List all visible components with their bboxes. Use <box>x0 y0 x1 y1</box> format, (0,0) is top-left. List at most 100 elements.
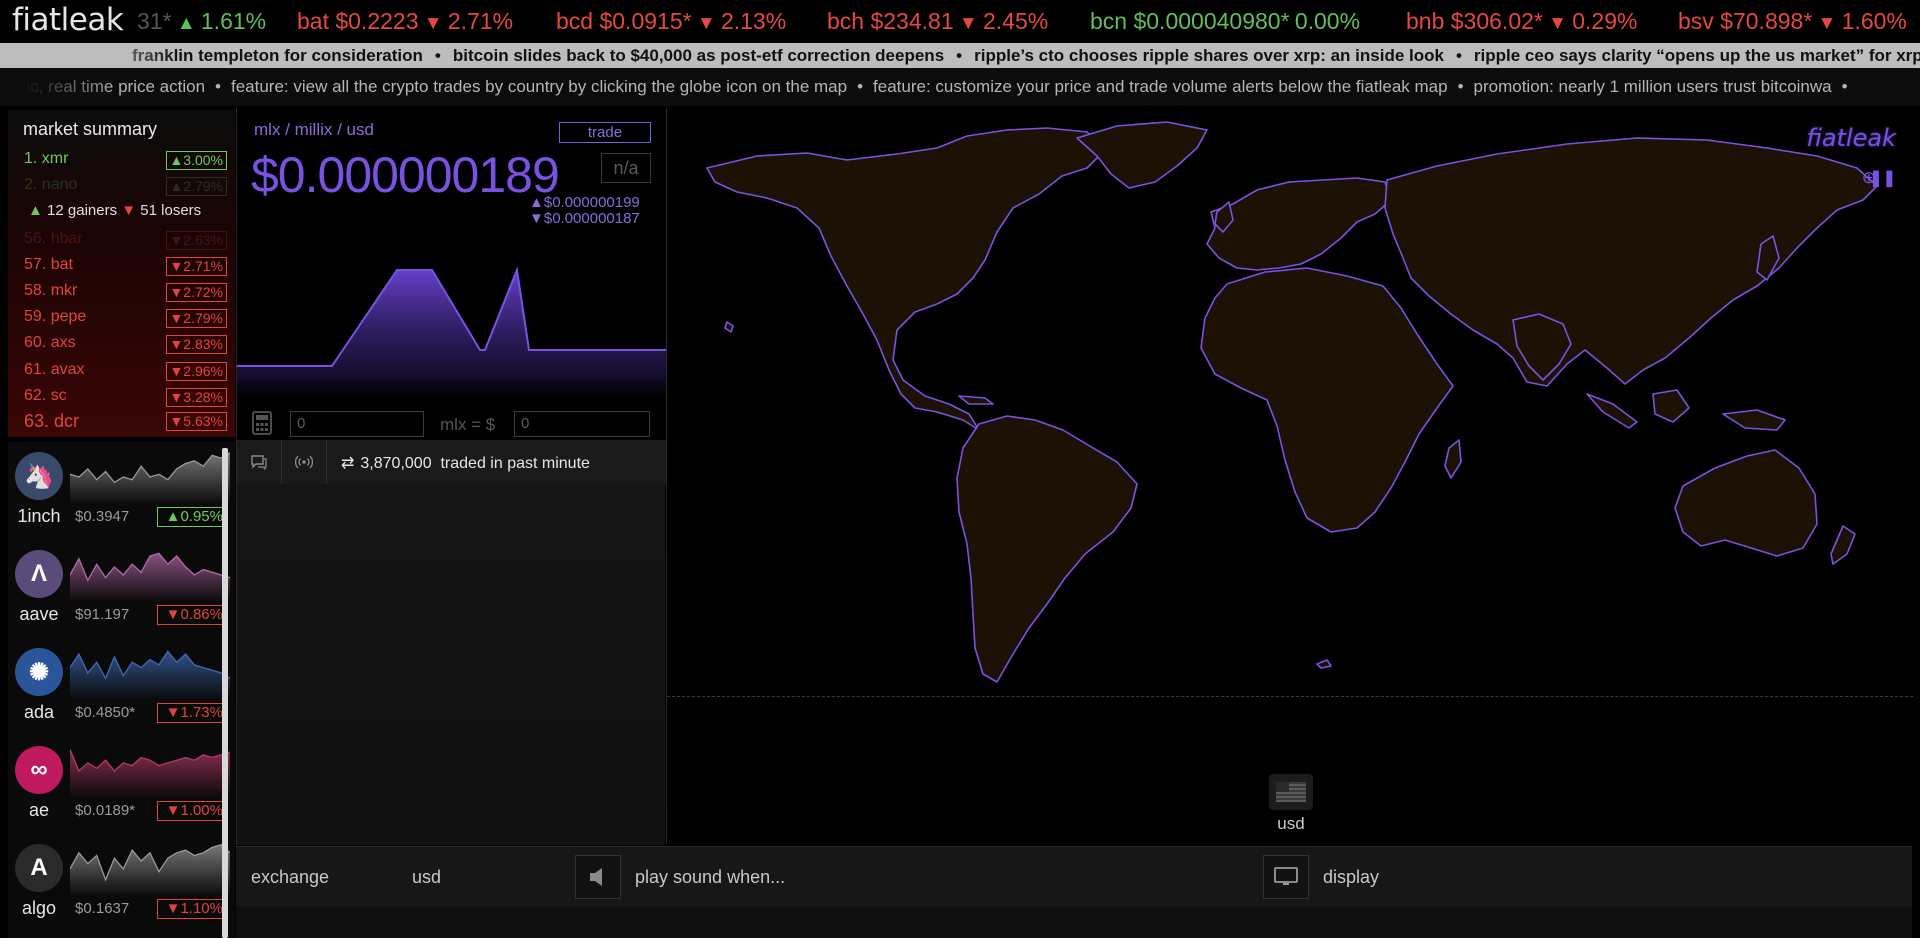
losers-arrow-icon: ▼ <box>121 202 137 219</box>
coin-change-badge: ▼2.63% <box>166 231 227 250</box>
chat-tab[interactable] <box>237 440 282 484</box>
feature-message[interactable]: feature: customize your price and trade … <box>873 77 1448 96</box>
market-summary-row[interactable]: 62. sc ▼3.28% <box>8 384 235 410</box>
coin-rank-name: 61. avax <box>24 361 85 378</box>
price-ticker-item[interactable]: bch $234.81 ▼ 2.45% <box>827 8 1048 35</box>
news-headline[interactable]: ripple’s cto chooses ripple shares over … <box>974 46 1444 65</box>
market-summary-row[interactable]: 59. pepe ▼2.79% <box>8 305 235 331</box>
coin-amount-input[interactable]: 0 <box>290 411 424 437</box>
price-ticker-item[interactable]: 31* ▲ 1.61% <box>137 8 266 35</box>
antarctic-fragment[interactable] <box>1316 659 1332 669</box>
pause-icon[interactable]: ❚❚ <box>1869 168 1896 188</box>
feature-track: ecific, real time price action•feature: … <box>0 77 1858 97</box>
coin-sparkline <box>70 749 230 798</box>
price-ticker-item[interactable]: bsv $70.898* ▼ 1.60% <box>1678 8 1907 35</box>
us-flag-icon[interactable] <box>1269 774 1313 810</box>
coin-card[interactable]: ✺ ada $0.4850* ▼1.73% <box>8 638 235 736</box>
coin-rank-name: 62. sc <box>24 387 67 404</box>
coin-card[interactable]: Λaave $91.197 ▼0.86% <box>8 540 235 638</box>
coin-sparkline <box>70 452 230 504</box>
coin-rank-name: 57. bat <box>24 256 73 273</box>
price-chart-area <box>237 270 666 410</box>
coin-list-scrollbar[interactable] <box>222 448 228 938</box>
usd-amount-input[interactable]: 0 <box>514 411 650 437</box>
down-arrow-icon: ▼ <box>1542 13 1573 34</box>
coin-card[interactable]: 🦄 1inch $0.3947 ▲0.95% <box>8 442 235 540</box>
map-fiatleak-logo: fiatleak <box>1806 124 1896 152</box>
ticker-coin-price: bsv $70.898* <box>1678 8 1813 34</box>
price-chart <box>237 266 666 410</box>
feature-message[interactable]: feature: view all the crypto trades by c… <box>231 77 847 96</box>
madagascar-landmass[interactable] <box>1444 439 1462 479</box>
pair-breadcrumb[interactable]: mlx / millix / usd <box>254 120 374 140</box>
feed-tabs: ⇄ 3,870,000 traded in past minute <box>237 440 666 484</box>
greenland-landmass[interactable] <box>1076 121 1208 189</box>
speaker-icon <box>590 868 602 886</box>
sumatra-landmass[interactable] <box>1586 393 1638 429</box>
price-ticker: fiatleak 31* ▲ 1.61% bat $0.2223 ▼ 2.71% b… <box>0 0 1920 43</box>
news-track: franklin templeton for consideration • bit… <box>132 46 1920 66</box>
coin-card[interactable]: Aalgo $0.1637 ▼1.10% <box>8 834 235 932</box>
aeternity-icon: ∞ <box>15 746 63 794</box>
coin-symbol: ae <box>28 800 50 820</box>
coin-rank-name: 2. nano <box>24 176 78 193</box>
traded-count: 3,870,000 <box>360 455 432 472</box>
market-summary-row[interactable]: 2. nano ▲2.79% <box>8 173 235 199</box>
north-america-landmass[interactable] <box>706 127 1108 431</box>
live-feed-tab[interactable] <box>282 440 327 484</box>
news-headline[interactable]: ripple ceo says clarity “opens up the us… <box>1474 46 1920 65</box>
down-arrow-icon: ▼ <box>1812 13 1842 34</box>
hawaii-landmass[interactable] <box>724 321 734 333</box>
feature-fade <box>0 68 120 106</box>
price-ticker-item[interactable]: bnb $306.02* ▼ 0.29% <box>1406 8 1637 35</box>
ticker-separator: • <box>434 46 441 65</box>
asia-landmass[interactable] <box>1384 137 1878 387</box>
world-map[interactable] <box>667 108 1913 708</box>
price-ticker-item[interactable]: bcn $0.000040980* 0.00% <box>1090 8 1360 35</box>
market-summary-row[interactable]: 1. xmr ▲3.00% <box>8 147 235 173</box>
sound-toggle-button[interactable] <box>575 855 621 899</box>
cuba-landmass[interactable] <box>958 395 994 405</box>
market-summary-row[interactable]: 61. avax ▼2.96% <box>8 358 235 384</box>
price-ticker-item[interactable]: bat $0.2223 ▼ 2.71% <box>297 8 513 35</box>
ticker-change: 2.71% <box>447 8 514 34</box>
market-summary-row[interactable]: 60. axs ▼2.83% <box>8 331 235 357</box>
africa-landmass[interactable] <box>1200 267 1454 533</box>
australia-landmass[interactable] <box>1674 449 1818 557</box>
display-label[interactable]: display <box>1323 867 1379 888</box>
news-headline[interactable]: bitcoin slides back to $40,000 as post-e… <box>453 46 944 65</box>
footer-strip <box>236 906 1912 938</box>
sound-alert-label[interactable]: play sound when... <box>635 867 785 888</box>
change-badge: n/a <box>601 153 651 183</box>
market-summary-row[interactable]: 58. mkr ▼2.72% <box>8 279 235 305</box>
new-zealand-landmass[interactable] <box>1830 525 1856 565</box>
market-summary-row[interactable]: 57. bat ▼2.71% <box>8 253 235 279</box>
calculator-icon[interactable] <box>250 411 274 435</box>
price-ticker-item[interactable]: bcd $0.0915* ▼ 2.13% <box>556 8 786 35</box>
coin-rank-name: 1. xmr <box>24 150 69 167</box>
display-settings-button[interactable] <box>1263 855 1309 899</box>
exchange-select[interactable]: usd <box>412 867 441 888</box>
world-map-panel[interactable]: fiatleak ⊕ ❚❚ usd <box>666 108 1913 844</box>
borneo-landmass[interactable] <box>1652 389 1690 423</box>
ticker-change: 2.13% <box>720 8 787 34</box>
ticker-separator: • <box>1841 77 1848 96</box>
market-summary-row[interactable]: 63. dcr ▼5.63% <box>8 408 235 434</box>
market-summary-row[interactable]: 56. hbar ▼2.63% <box>8 227 235 253</box>
europe-landmass[interactable] <box>1206 177 1392 271</box>
coin-change-badge: ▲3.00% <box>166 151 227 170</box>
fiatleak-logo[interactable]: fiatleak <box>12 2 124 38</box>
coin-change-badge: ▼2.83% <box>166 335 227 354</box>
feature-ticker: ecific, real time price action•feature: … <box>0 68 1920 106</box>
coin-change-badge: ▼2.71% <box>166 257 227 276</box>
coin-detail-panel: mlx / millix / usd trade $0.000000189 n/… <box>236 108 666 438</box>
up-arrow-icon: ▲ <box>171 13 201 34</box>
feature-message[interactable]: promotion: nearly 1 million users trust … <box>1474 77 1832 96</box>
coin-symbol: ada <box>23 702 55 722</box>
south-america-landmass[interactable] <box>956 415 1138 683</box>
coin-sparkline <box>70 552 230 602</box>
coin-card[interactable]: ∞ ae $0.0189* ▼1.00% <box>8 736 235 834</box>
new-guinea-landmass[interactable] <box>1722 409 1786 431</box>
trade-button[interactable]: trade <box>559 122 651 143</box>
map-equator-line <box>667 696 1913 697</box>
